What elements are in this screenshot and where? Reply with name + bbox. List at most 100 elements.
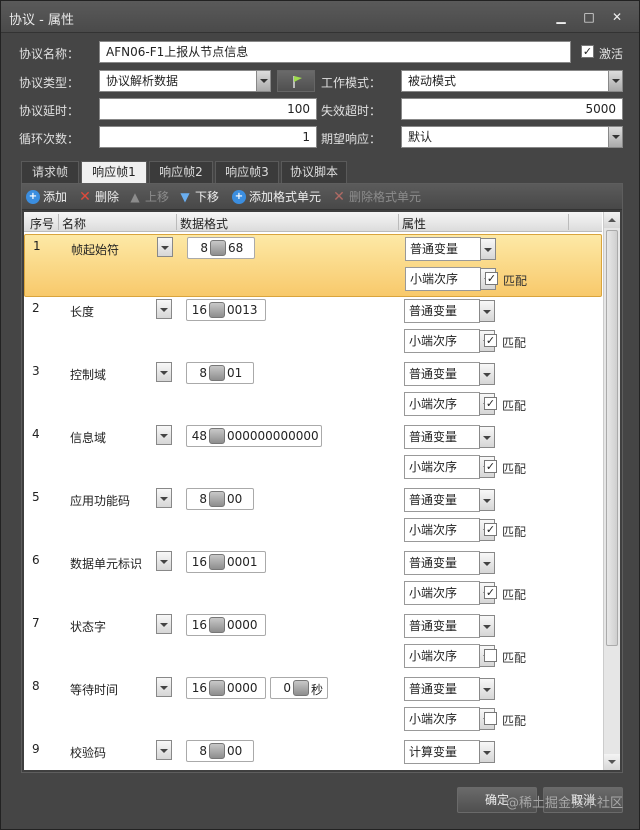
active-checkbox[interactable]: ✓ [581,45,594,58]
bit-width-spinner[interactable]: 16 0000 [186,677,266,699]
match-checkbox[interactable]: ✓ [484,334,497,347]
tab-response-frame-3[interactable]: 响应帧3 [215,161,279,183]
maximize-icon[interactable]: □ [581,10,597,24]
tab-response-frame-1[interactable]: 响应帧1 [81,161,147,184]
scrollbar-thumb[interactable] [606,230,618,646]
work-mode-select[interactable]: 被动模式 [401,70,623,92]
slider-knob[interactable] [293,680,309,696]
type-dropdown[interactable] [156,614,172,634]
byte-order-select[interactable]: 小端次序 [404,329,495,353]
bit-width-spinner[interactable]: 16 0001 [186,551,266,573]
bit-width-spinner[interactable]: 8 01 [186,362,254,384]
wait-time-spinner[interactable]: 0 秒 [270,677,328,699]
protocol-delay-input[interactable]: 100 [99,98,317,120]
table-row[interactable]: 8 等待时间 16 0000 0 秒 普通变量 小端次序 匹配 [24,675,602,738]
row-number: 4 [32,427,40,441]
add-button[interactable]: + 添加 [26,189,67,205]
variable-type-value: 普通变量 [409,304,458,318]
variable-type-select[interactable]: 普通变量 [404,299,495,323]
slider-knob[interactable] [209,617,225,633]
bit-width-spinner[interactable]: 8 68 [187,237,255,259]
byte-order-select[interactable]: 小端次序 [404,644,495,668]
slider-knob[interactable] [209,491,225,507]
byte-order-select[interactable]: 小端次序 [404,581,495,605]
variable-type-select[interactable]: 计算变量 [404,740,495,764]
slider-knob[interactable] [209,365,225,381]
tab-response-frame-2[interactable]: 响应帧2 [149,161,213,183]
variable-type-select[interactable]: 普通变量 [404,362,495,386]
type-dropdown[interactable] [156,425,172,445]
expected-response-label: 期望响应： [321,132,382,146]
variable-type-select[interactable]: 普通变量 [405,237,496,261]
table-row[interactable]: 4 信息域 48 000000000000 普通变量 小端次序 ✓ 匹配 [24,423,602,486]
protocol-type-select[interactable]: 协议解析数据 [99,70,271,92]
bit-count: 48 [191,429,207,443]
expected-response-select[interactable]: 默认 [401,126,623,148]
variable-type-select[interactable]: 普通变量 [404,425,495,449]
table-row[interactable]: 2 长度 16 0013 普通变量 小端次序 ✓ 匹配 [24,297,602,360]
table-row[interactable]: 9 校验码 8 00 计算变量 [24,738,602,770]
match-label: 匹配 [502,399,527,413]
table-row[interactable]: 5 应用功能码 8 00 普通变量 小端次序 ✓ 匹配 [24,486,602,549]
bit-width-spinner[interactable]: 8 00 [186,740,254,762]
match-checkbox[interactable] [484,712,497,725]
match-checkbox[interactable]: ✓ [484,586,497,599]
table-row[interactable]: 3 控制域 8 01 普通变量 小端次序 ✓ 匹配 [24,360,602,423]
match-checkbox[interactable]: ✓ [484,397,497,410]
table-row[interactable]: 7 状态字 16 0000 普通变量 小端次序 匹配 [24,612,602,675]
bit-width-spinner[interactable]: 16 0000 [186,614,266,636]
protocol-name-input[interactable]: AFN06-F1上报从节点信息 [99,41,571,63]
type-dropdown[interactable] [157,237,173,257]
timeout-input[interactable]: 5000 [401,98,623,120]
slider-knob[interactable] [209,680,225,696]
move-up-button[interactable]: ▲ 上移 [128,189,169,205]
scroll-up-arrow[interactable] [604,212,620,228]
delete-format-unit-button[interactable]: ✕ 删除格式单元 [332,189,421,205]
bit-width-spinner[interactable]: 8 00 [186,488,254,510]
match-checkbox[interactable]: ✓ [485,272,498,285]
byte-order-select[interactable]: 小端次序 [404,518,495,542]
slider-knob[interactable] [209,743,225,759]
variable-type-select[interactable]: 普通变量 [404,551,495,575]
move-down-button[interactable]: ▼ 下移 [178,189,219,205]
bit-width-spinner[interactable]: 16 0013 [186,299,266,321]
add-format-unit-button[interactable]: + 添加格式单元 [232,189,321,205]
type-dropdown[interactable] [156,677,172,697]
scroll-down-arrow[interactable] [604,754,620,770]
close-icon[interactable]: ✕ [609,10,625,24]
slider-knob[interactable] [209,428,225,444]
loop-count-input[interactable]: 1 [99,126,317,148]
match-checkbox[interactable]: ✓ [484,523,497,536]
byte-order-value: 小端次序 [410,272,459,286]
type-dropdown[interactable] [156,551,172,571]
table-row[interactable]: 1 帧起始符 8 68 普通变量 小端次序 ✓ 匹配 [24,234,602,297]
byte-order-select[interactable]: 小端次序 [405,267,496,291]
type-dropdown[interactable] [156,362,172,382]
chevron-down-icon [256,71,270,91]
row-number: 9 [32,742,40,756]
flag-button[interactable] [277,70,315,92]
type-dropdown[interactable] [156,740,172,760]
match-checkbox[interactable]: ✓ [484,460,497,473]
variable-type-value: 普通变量 [409,682,458,696]
type-dropdown[interactable] [156,299,172,319]
variable-type-select[interactable]: 普通变量 [404,677,495,701]
byte-order-select[interactable]: 小端次序 [404,707,495,731]
slider-knob[interactable] [209,554,225,570]
byte-order-select[interactable]: 小端次序 [404,392,495,416]
wait-unit: 秒 [311,683,324,697]
tab-request-frame[interactable]: 请求帧 [21,161,79,183]
slider-knob[interactable] [209,302,225,318]
match-checkbox[interactable] [484,649,497,662]
bit-width-spinner[interactable]: 48 000000000000 [186,425,322,447]
type-dropdown[interactable] [156,488,172,508]
byte-order-select[interactable]: 小端次序 [404,455,495,479]
tab-protocol-script[interactable]: 协议脚本 [281,161,347,183]
minimize-icon[interactable]: ▁ [553,10,569,24]
delete-button[interactable]: ✕ 删除 [78,189,119,205]
variable-type-select[interactable]: 普通变量 [404,488,495,512]
variable-type-select[interactable]: 普通变量 [404,614,495,638]
vertical-scrollbar[interactable] [603,212,620,770]
table-row[interactable]: 6 数据单元标识 16 0001 普通变量 小端次序 ✓ 匹配 [24,549,602,612]
slider-knob[interactable] [210,240,226,256]
